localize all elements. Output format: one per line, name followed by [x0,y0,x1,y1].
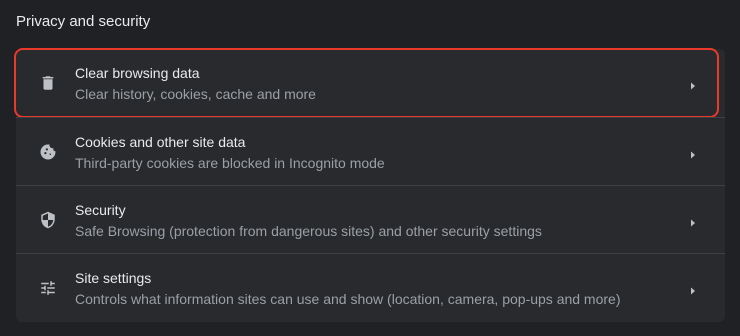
security-row[interactable]: Security Safe Browsing (protection from … [16,185,725,253]
row-label: Clear browsing data [75,65,200,81]
settings-page: Privacy and security Clear browsing data… [0,0,740,336]
shield-icon [38,210,58,230]
chevron-right-icon [688,147,698,158]
row-sublabel: Clear history, cookies, cache and more [75,86,316,102]
chevron-right-icon [688,283,698,294]
row-label: Site settings [75,270,152,286]
section-title: Privacy and security [16,13,151,30]
trash-icon [38,73,58,93]
row-sublabel: Safe Browsing (protection from dangerous… [75,223,542,239]
clear-browsing-data-row[interactable]: Clear browsing data Clear history, cooki… [14,48,725,118]
sliders-icon [38,278,58,298]
row-label: Security [75,202,126,218]
row-label: Cookies and other site data [75,134,246,150]
cookies-row[interactable]: Cookies and other site data Third-party … [16,117,725,185]
cookie-icon [38,142,58,162]
chevron-right-icon [688,78,698,90]
site-settings-row[interactable]: Site settings Controls what information … [16,253,725,321]
privacy-settings-card: Clear browsing data Clear history, cooki… [14,48,725,322]
row-sublabel: Controls what information sites can use … [75,291,621,307]
chevron-right-icon [688,215,698,226]
row-sublabel: Third-party cookies are blocked in Incog… [75,155,385,171]
